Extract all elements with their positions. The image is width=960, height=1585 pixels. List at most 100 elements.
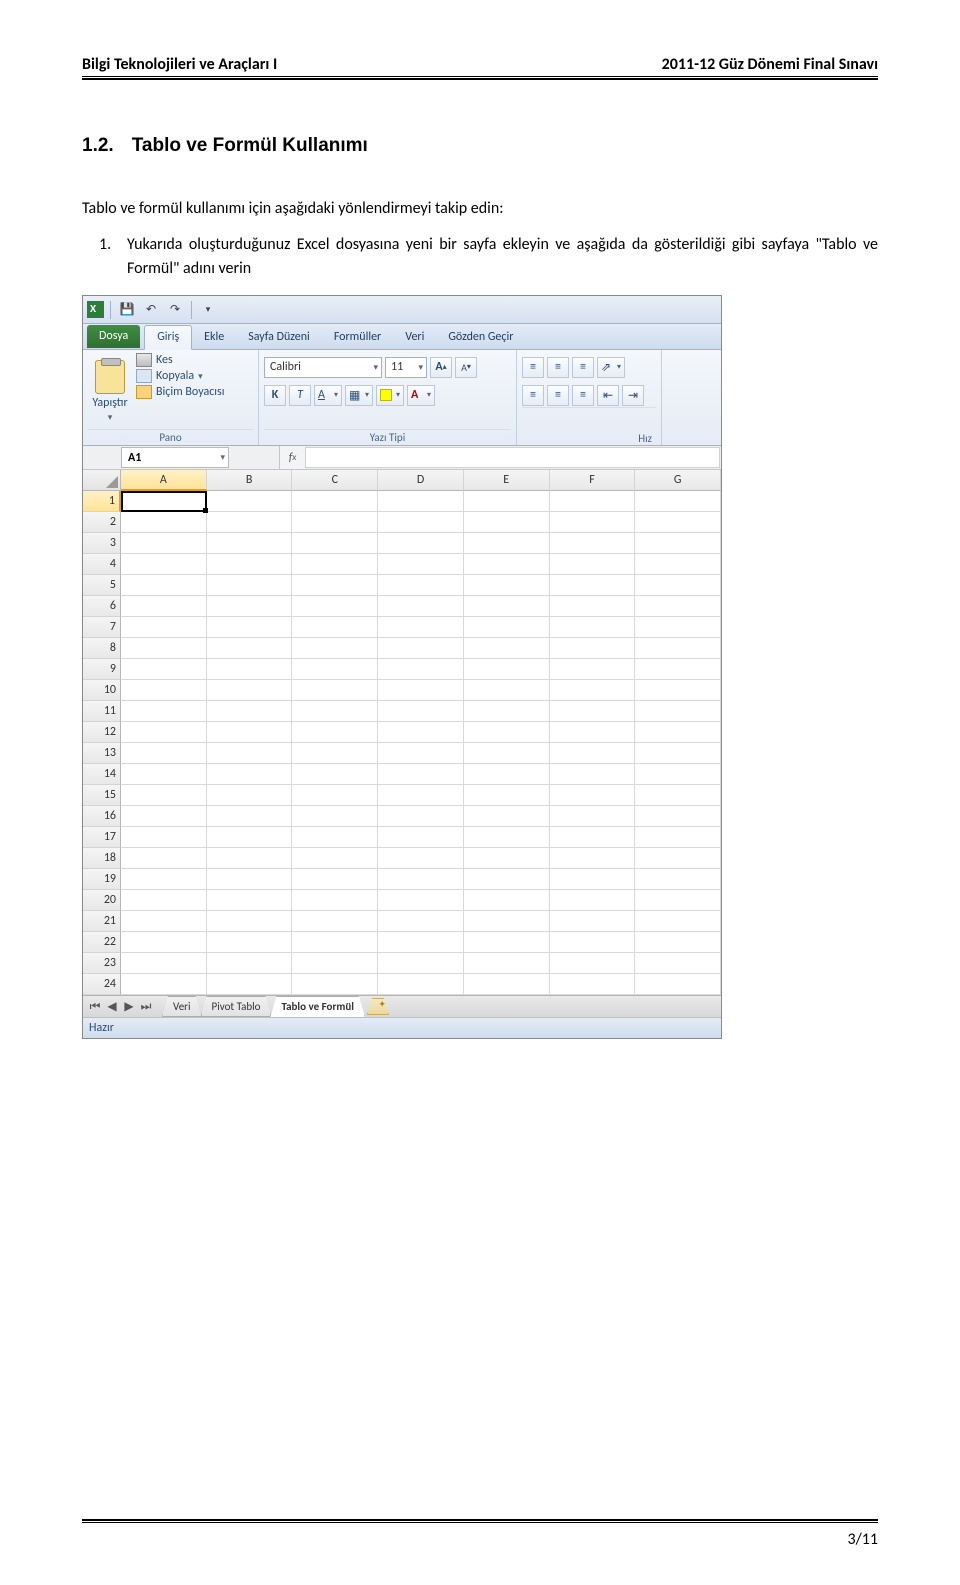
chevron-down-icon: ▾	[198, 371, 203, 382]
font-size-combo[interactable]: 11▾	[385, 357, 427, 378]
row-header[interactable]: 22	[83, 932, 121, 953]
align-middle-button[interactable]: ≡	[547, 357, 569, 378]
row-header[interactable]: 5	[83, 575, 121, 596]
header-right: 2011-12 Güz Dönemi Final Sınavı	[662, 55, 878, 74]
row-header[interactable]: 12	[83, 722, 121, 743]
qat-separator	[191, 301, 192, 319]
column-header[interactable]: A	[121, 470, 207, 491]
row-header[interactable]: 8	[83, 638, 121, 659]
column-header[interactable]: C	[292, 470, 378, 491]
row-header[interactable]: 6	[83, 596, 121, 617]
column-header[interactable]: E	[464, 470, 550, 491]
group-font: Calibri ▾ 11▾ A▴ A▾ K T A▾ ▦▾ ▾	[259, 350, 517, 445]
align-left-button[interactable]: ≡	[522, 385, 544, 406]
column-header[interactable]: D	[378, 470, 464, 491]
row-header[interactable]: 18	[83, 848, 121, 869]
copy-button[interactable]: Kopyala ▾	[136, 369, 253, 383]
row-header[interactable]: 21	[83, 911, 121, 932]
align-bottom-button[interactable]: ≡	[572, 357, 594, 378]
row-header[interactable]: 15	[83, 785, 121, 806]
row-header[interactable]: 16	[83, 806, 121, 827]
tab-formulas[interactable]: Formüller	[322, 326, 393, 349]
tab-insert[interactable]: Ekle	[192, 326, 236, 349]
footer-rule	[82, 1519, 878, 1523]
grow-font-button[interactable]: A▴	[430, 357, 452, 378]
font-name-value: Calibri	[270, 360, 301, 374]
cut-icon	[136, 353, 152, 367]
row-header[interactable]: 9	[83, 659, 121, 680]
row-header[interactable]: 7	[83, 617, 121, 638]
status-text: Hazır	[89, 1021, 114, 1035]
fill-color-button[interactable]: ▾	[376, 385, 404, 406]
align-right-button[interactable]: ≡	[572, 385, 594, 406]
row-header[interactable]: 1	[83, 491, 121, 512]
sheet-nav-next-icon[interactable]: ▶	[121, 999, 137, 1015]
font-name-combo[interactable]: Calibri ▾	[264, 357, 382, 378]
sheet-tab-tablo-formul[interactable]: Tablo ve Formül	[270, 996, 364, 1017]
border-button[interactable]: ▦▾	[345, 385, 373, 406]
group-alignment: ≡ ≡ ≡ ⇗▾ ≡ ≡ ≡ ⇤ ⇥ Hız	[517, 350, 662, 445]
column-header[interactable]: B	[207, 470, 293, 491]
decrease-indent-button[interactable]: ⇤	[597, 385, 619, 406]
sheet-nav-prev-icon[interactable]: ◀	[104, 999, 120, 1015]
paste-button[interactable]: Yapıştır ▾	[88, 353, 132, 429]
worksheet-grid[interactable]: 1 2 3 4 5 6 7 8 9 10 11 12 13 14 15 16 1…	[83, 470, 721, 995]
sheet-tab-bar: ⏮ ◀ ▶ ⏭ Veri Pivot Tablo Tablo ve Formül	[83, 995, 721, 1017]
row-header[interactable]: 11	[83, 701, 121, 722]
tab-home[interactable]: Giriş	[144, 325, 192, 350]
row-header[interactable]: 24	[83, 974, 121, 995]
italic-button[interactable]: T	[289, 385, 311, 406]
tab-page-layout[interactable]: Sayfa Düzeni	[236, 326, 322, 349]
font-color-button[interactable]: A▾	[407, 385, 435, 406]
new-sheet-button[interactable]	[367, 998, 389, 1015]
step-1: 1.Yukarıda oluşturduğunuz Excel dosyasın…	[82, 233, 878, 281]
row-header[interactable]: 20	[83, 890, 121, 911]
increase-indent-button[interactable]: ⇥	[622, 385, 644, 406]
sheet-nav-first-icon[interactable]: ⏮	[87, 999, 103, 1015]
cut-label: Kes	[156, 353, 173, 367]
sheet-tab-veri[interactable]: Veri	[162, 996, 202, 1017]
group-title-clipboard: Pano	[88, 429, 253, 445]
active-cell[interactable]	[121, 491, 207, 512]
bold-button[interactable]: K	[264, 385, 286, 406]
header-left: Bilgi Teknolojileri ve Araçları I	[82, 55, 277, 74]
section-number: 1.2.	[82, 135, 114, 157]
save-icon[interactable]: 💾	[117, 300, 137, 320]
row-header[interactable]: 4	[83, 554, 121, 575]
sheet-tab-pivot[interactable]: Pivot Tablo	[201, 996, 272, 1017]
row-header[interactable]: 13	[83, 743, 121, 764]
tab-review[interactable]: Gözden Geçir	[436, 326, 525, 349]
page-number: 3/11	[847, 1530, 878, 1549]
chevron-down-icon: ▾	[365, 390, 369, 400]
row-header[interactable]: 23	[83, 953, 121, 974]
align-top-button[interactable]: ≡	[522, 357, 544, 378]
cells-area[interactable]	[121, 491, 721, 995]
tab-file[interactable]: Dosya	[87, 325, 140, 348]
orientation-button[interactable]: ⇗▾	[597, 357, 625, 378]
row-header[interactable]: 2	[83, 512, 121, 533]
shrink-font-button[interactable]: A▾	[455, 357, 477, 378]
format-painter-button[interactable]: Biçim Boyacısı	[136, 385, 253, 399]
column-header[interactable]: F	[550, 470, 636, 491]
step-text: Yukarıda oluşturduğunuz Excel dosyasına …	[127, 235, 878, 278]
underline-button[interactable]: A▾	[314, 385, 342, 406]
tab-data[interactable]: Veri	[393, 326, 436, 349]
formula-input[interactable]	[305, 447, 720, 468]
row-header[interactable]: 10	[83, 680, 121, 701]
name-box[interactable]: A1 ▾	[121, 447, 229, 468]
chevron-down-icon: ▾	[373, 362, 378, 373]
align-center-button[interactable]: ≡	[547, 385, 569, 406]
row-header[interactable]: 19	[83, 869, 121, 890]
redo-icon[interactable]: ↷	[165, 300, 185, 320]
undo-icon[interactable]: ↶	[141, 300, 161, 320]
fx-icon[interactable]: fx	[279, 446, 305, 469]
brush-icon	[136, 385, 152, 399]
cut-button[interactable]: Kes	[136, 353, 253, 367]
row-header[interactable]: 3	[83, 533, 121, 554]
row-header[interactable]: 14	[83, 764, 121, 785]
row-header[interactable]: 17	[83, 827, 121, 848]
qat-customize-icon[interactable]: ▾	[198, 300, 218, 320]
column-header[interactable]: G	[635, 470, 721, 491]
sheet-nav-last-icon[interactable]: ⏭	[138, 999, 154, 1015]
select-all-corner[interactable]	[83, 470, 121, 491]
